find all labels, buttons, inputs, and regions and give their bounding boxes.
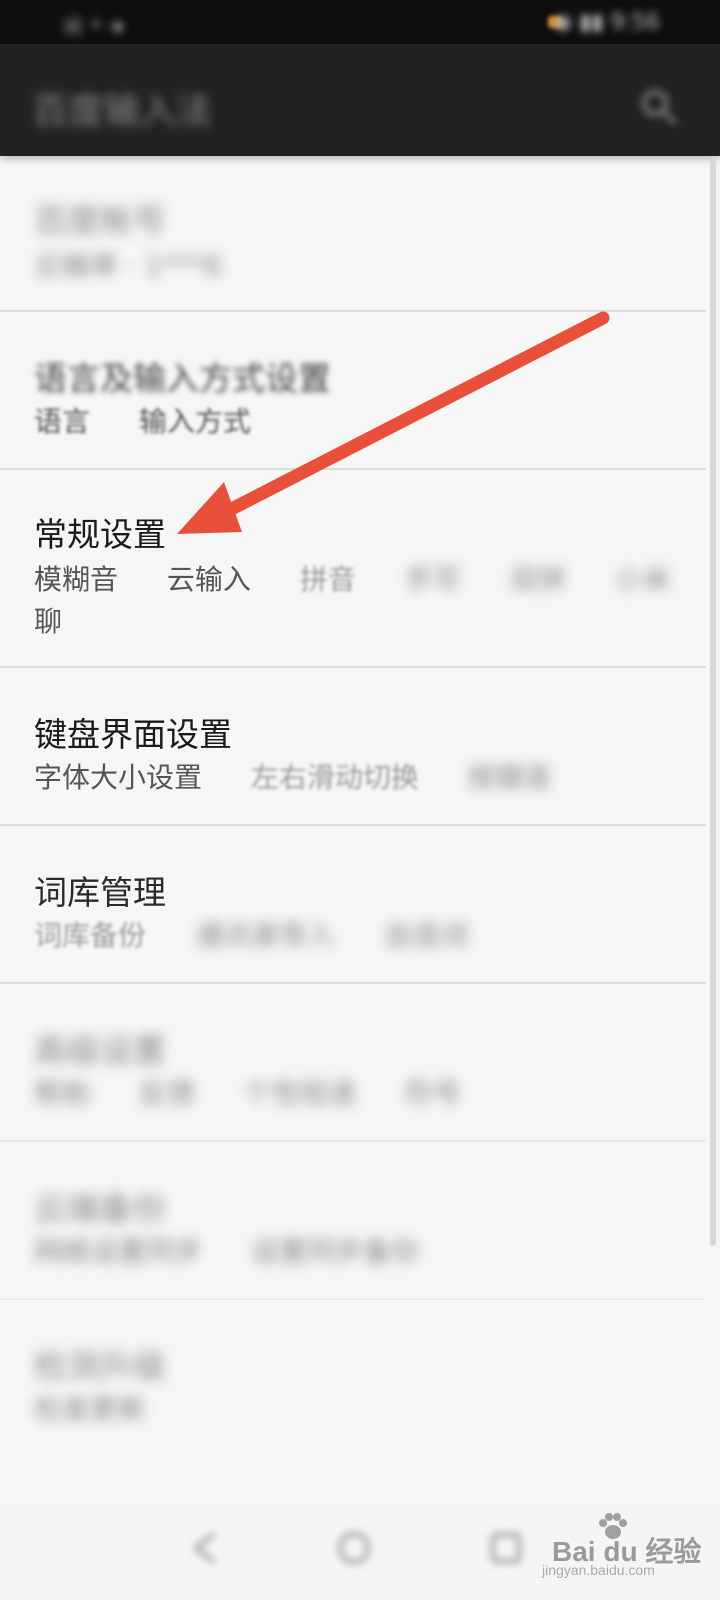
sub-symbols: 符号 bbox=[404, 1077, 461, 1110]
item-title: 高级设置 bbox=[34, 1031, 166, 1070]
search-icon[interactable] bbox=[638, 86, 678, 126]
list-item-keyboard-ui[interactable]: 键盘界面设置 字体大小设置 左右滑动切换 按键音 bbox=[0, 668, 706, 826]
sub-language: 语言 bbox=[34, 405, 91, 438]
sub-pinyin: 拼音 bbox=[299, 563, 356, 596]
scrollbar[interactable] bbox=[710, 156, 716, 1246]
sub-feedback: 反馈 bbox=[138, 1077, 195, 1110]
item-title: 云端备份 bbox=[34, 1189, 166, 1228]
sub-cloud-input: 云输入 bbox=[166, 563, 251, 596]
sub-xiaomi: 小米 bbox=[614, 563, 671, 596]
list-item-advanced[interactable]: 高级设置 帮助 反馈 个性短语 符号 bbox=[0, 984, 706, 1142]
list-item-general-settings[interactable]: 常规设置 模糊音 云输入 拼音 手写 双拼 小米 聊 bbox=[0, 470, 706, 668]
sub-sync-backup: 设置同步备份 bbox=[250, 1235, 419, 1268]
sub-input-method: 输入方式 bbox=[138, 405, 251, 438]
item-subtitle-row: 模糊音 云输入 拼音 手写 双拼 小米 bbox=[34, 558, 711, 598]
list-item-dictionary[interactable]: 词库管理 词库备份 通讯录导入 自造词 bbox=[0, 826, 706, 984]
app-title: 百度输入法 bbox=[32, 91, 213, 132]
item-subtitle-row: 帮助 反馈 个性短语 符号 bbox=[34, 1072, 501, 1112]
item-subtitle-row: 语言 输入方式 bbox=[34, 400, 291, 440]
item-title: 语言及输入方式设置 bbox=[34, 359, 331, 398]
sub-sync-settings: 网络设置同步 bbox=[34, 1235, 203, 1268]
app-bar: 百度输入法 bbox=[0, 44, 720, 156]
item-title: 检测升级 bbox=[34, 1347, 166, 1386]
watermark-url: jingyan.baidu.com bbox=[542, 1562, 655, 1578]
item-subtitle-row: 网络设置同步 设置同步备份 bbox=[34, 1230, 459, 1270]
item-subtitle-row: 字体大小设置 左右滑动切换 按键音 bbox=[34, 756, 592, 796]
sub-contacts-import: 通讯录导入 bbox=[194, 919, 335, 952]
screen: Ⓗ ᴳ ✈ ◉ ▮▮ 9:56 百度输入法 百度帐号 云输单 · 1***6 语… bbox=[0, 0, 720, 1600]
sub-dict-backup: 词库备份 bbox=[34, 919, 147, 952]
item-title: 键盘界面设置 bbox=[34, 715, 232, 754]
sub-handwriting: 手写 bbox=[404, 563, 461, 596]
status-bar: Ⓗ ᴳ ✈ ◉ ▮▮ 9:56 bbox=[0, 0, 720, 44]
item-subtitle-wrap: 聊 bbox=[34, 605, 63, 638]
sub-custom-phrases: 个性短语 bbox=[243, 1077, 356, 1110]
list-item-check-update[interactable]: 检测升级 检查更新 bbox=[0, 1300, 706, 1458]
sub-shuangpin: 双拼 bbox=[509, 563, 566, 596]
sub-fuzzy-pinyin: 模糊音 bbox=[34, 563, 119, 596]
list-item-language-input[interactable]: 语言及输入方式设置 语言 输入方式 bbox=[0, 312, 706, 470]
item-title: 百度帐号 bbox=[34, 201, 166, 240]
sub-help: 帮助 bbox=[34, 1077, 91, 1110]
recent-apps-icon[interactable] bbox=[486, 1528, 526, 1568]
sub-swipe-switch: 左右滑动切换 bbox=[250, 761, 419, 794]
status-left-text: Ⓗ ᴳ ✈ bbox=[62, 16, 128, 41]
list-item-baidu-account[interactable]: 百度帐号 云输单 · 1***6 bbox=[0, 156, 706, 312]
item-title: 常规设置 bbox=[34, 515, 166, 554]
list-item-cloud-backup[interactable]: 云端备份 网络设置同步 设置同步备份 bbox=[0, 1142, 706, 1300]
back-icon[interactable] bbox=[186, 1528, 226, 1568]
status-right-text: ◉ ▮▮ 9:56 bbox=[553, 10, 660, 35]
settings-list: 百度帐号 云输单 · 1***6 语言及输入方式设置 语言 输入方式 常规设置 … bbox=[0, 156, 706, 1458]
item-subtitle: 检查更新 bbox=[34, 1393, 147, 1426]
home-icon[interactable] bbox=[334, 1528, 374, 1568]
sub-custom-words: 自造词 bbox=[383, 919, 468, 952]
item-subtitle: 云输单 · 1***6 bbox=[34, 249, 223, 282]
sub-key-sound: 按键音 bbox=[467, 761, 552, 794]
sub-font-size: 字体大小设置 bbox=[34, 761, 203, 794]
item-subtitle-row: 词库备份 通讯录导入 自造词 bbox=[34, 914, 508, 954]
item-title: 词库管理 bbox=[34, 873, 166, 912]
